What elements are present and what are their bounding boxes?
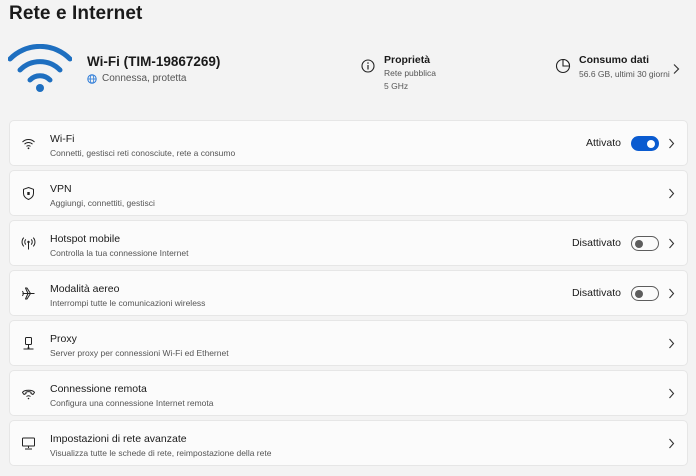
row-subtitle: Interrompi tutte le comunicazioni wirele… — [50, 298, 206, 308]
toggle-knob — [635, 239, 643, 248]
info-icon — [361, 59, 375, 73]
wifi-toggle[interactable] — [631, 136, 659, 151]
toggle-knob — [647, 139, 655, 148]
data-usage-detail: 56.6 GB, ultimi 30 giorni — [579, 69, 670, 79]
row-title: Wi-Fi — [50, 133, 75, 145]
network-status-text: Connessa, protetta — [102, 73, 187, 84]
page-title: Rete e Internet — [9, 3, 143, 24]
row-title: Modalità aereo — [50, 283, 120, 295]
wifi-signal-icon — [8, 44, 72, 92]
hotspot-toggle[interactable] — [631, 236, 659, 251]
row-title: Proxy — [50, 333, 77, 345]
toggle-state-label: Disattivato — [571, 237, 621, 249]
row-title: Impostazioni di rete avanzate — [50, 433, 187, 445]
chevron-right-icon[interactable] — [672, 63, 680, 75]
globe-icon — [87, 73, 97, 84]
airplane-icon — [22, 287, 35, 300]
row-subtitle: Configura una connessione Internet remot… — [50, 398, 214, 408]
row-title: VPN — [50, 183, 72, 195]
settings-row-dialup[interactable]: Connessione remota Configura una conness… — [9, 370, 688, 416]
properties-network-type: Rete pubblica — [384, 68, 436, 78]
row-subtitle: Connetti, gestisci reti conosciute, rete… — [50, 148, 236, 158]
hotspot-icon — [21, 237, 36, 250]
proxy-icon — [23, 337, 34, 350]
properties-title: Proprietà — [384, 54, 431, 66]
chevron-right-icon — [669, 138, 675, 149]
chevron-right-icon — [669, 338, 675, 349]
dialup-icon — [22, 389, 35, 400]
shield-icon — [23, 186, 34, 201]
wifi-icon — [22, 139, 35, 150]
properties-band: 5 GHz — [384, 81, 409, 91]
row-subtitle: Controlla la tua connessione Internet — [50, 248, 189, 258]
data-usage-icon — [555, 58, 571, 74]
row-subtitle: Aggiungi, connettiti, gestisci — [50, 198, 155, 208]
row-subtitle: Visualizza tutte le schede di rete, reim… — [50, 448, 272, 458]
row-subtitle: Server proxy per connessioni Wi-Fi ed Et… — [50, 348, 229, 358]
toggle-knob — [635, 289, 643, 298]
network-monitor-icon — [22, 437, 35, 450]
network-summary: Wi-Fi (TIM-19867269) Connessa, protetta … — [0, 36, 696, 108]
network-status: Connessa, protetta — [87, 73, 187, 84]
settings-row-wifi[interactable]: Wi-Fi Connetti, gestisci reti conosciute… — [9, 120, 688, 166]
network-name: Wi-Fi (TIM-19867269) — [87, 54, 221, 69]
chevron-right-icon — [669, 388, 675, 399]
chevron-right-icon — [669, 288, 675, 299]
toggle-state-label: Disattivato — [571, 287, 621, 299]
settings-row-proxy[interactable]: Proxy Server proxy per connessioni Wi-Fi… — [9, 320, 688, 366]
airplane-mode-toggle[interactable] — [631, 286, 659, 301]
settings-row-hotspot[interactable]: Hotspot mobile Controlla la tua connessi… — [9, 220, 688, 266]
settings-row-airplane-mode[interactable]: Modalità aereo Interrompi tutte le comun… — [9, 270, 688, 316]
properties-button[interactable]: Proprietà Rete pubblica 5 GHz — [361, 54, 436, 92]
settings-row-vpn[interactable]: VPN Aggiungi, connettiti, gestisci — [9, 170, 688, 216]
chevron-right-icon — [669, 238, 675, 249]
chevron-right-icon — [669, 188, 675, 199]
row-title: Hotspot mobile — [50, 233, 121, 245]
settings-row-advanced-network[interactable]: Impostazioni di rete avanzate Visualizza… — [9, 420, 688, 466]
row-title: Connessione remota — [50, 383, 147, 395]
toggle-state-label: Attivato — [585, 137, 621, 149]
chevron-right-icon — [669, 438, 675, 449]
data-usage-button[interactable]: Consumo dati 56.6 GB, ultimi 30 giorni — [555, 54, 670, 79]
data-usage-title: Consumo dati — [579, 54, 649, 66]
